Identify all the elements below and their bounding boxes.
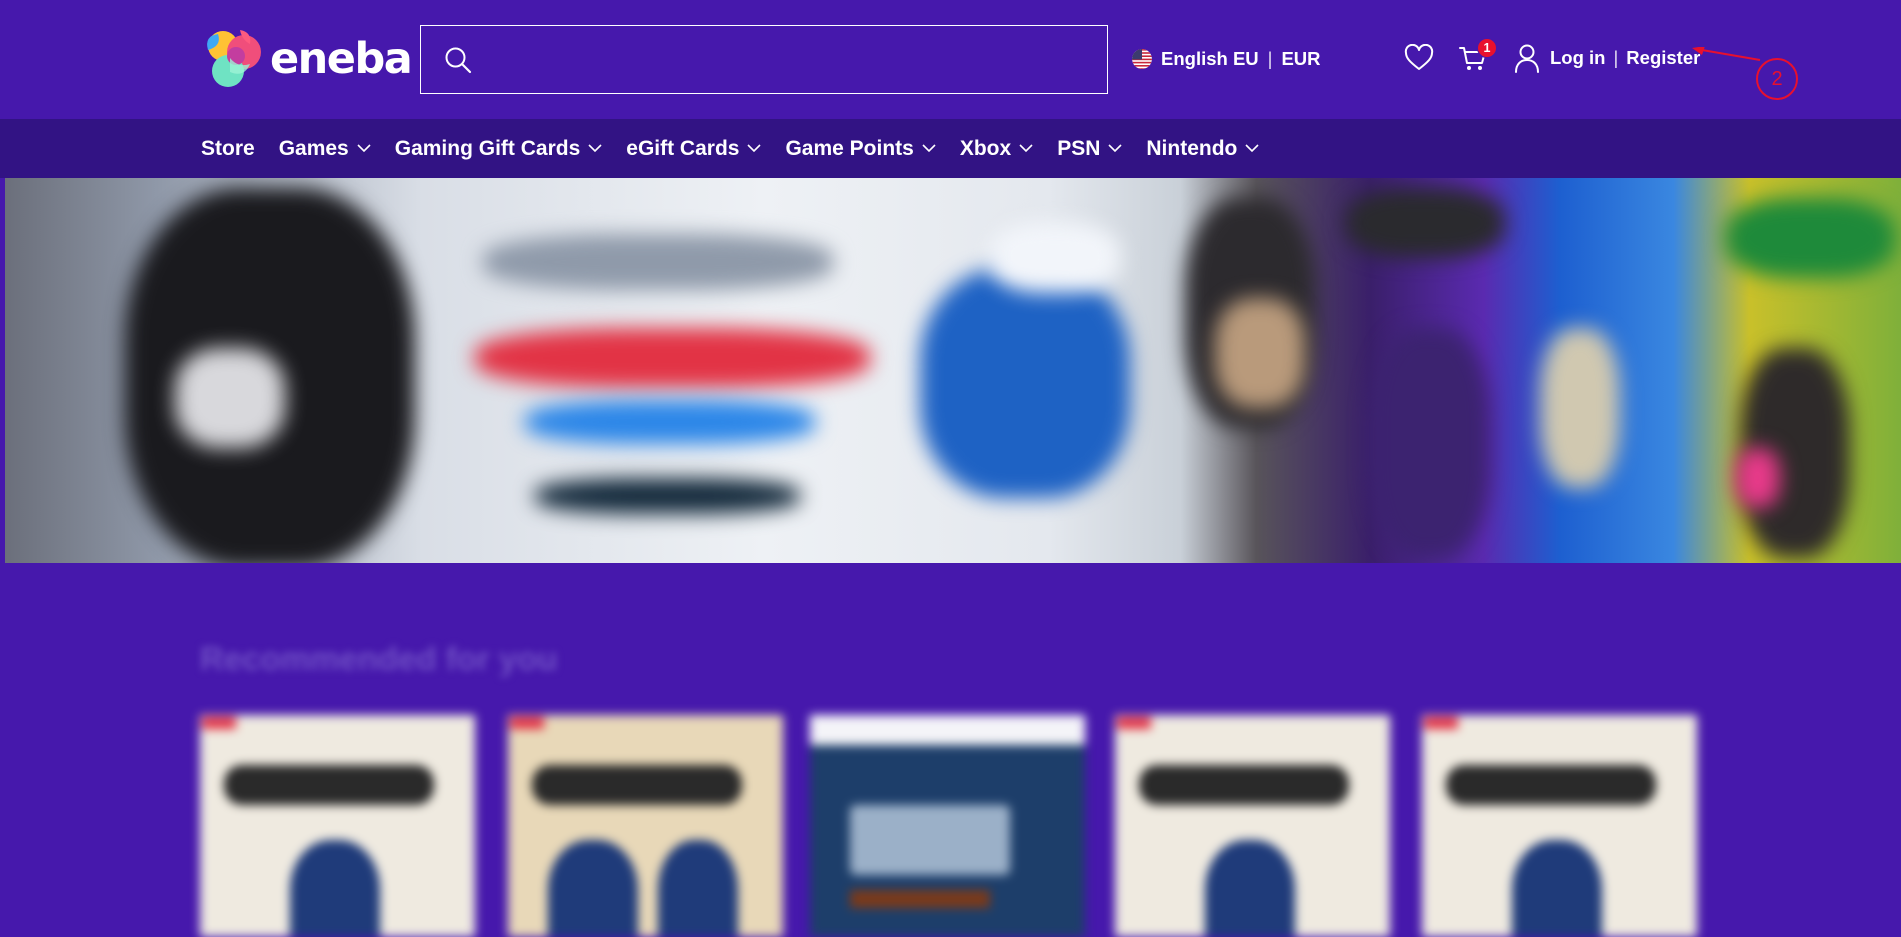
banner-character-face [1215, 298, 1305, 408]
product-image [810, 715, 1085, 745]
product-image [548, 840, 638, 937]
flag-icon [1132, 49, 1152, 69]
product-image [1205, 840, 1295, 937]
product-card[interactable] [200, 715, 475, 937]
eneba-wordmark: eneba [270, 33, 413, 84]
banner-game-cover [1345, 188, 1505, 258]
product-badge [202, 717, 236, 729]
product-image [1512, 840, 1602, 937]
product-card[interactable] [810, 715, 1085, 937]
currency-label: EUR [1281, 48, 1321, 69]
chevron-down-icon [1019, 144, 1033, 153]
product-card[interactable] [508, 715, 783, 937]
chevron-down-icon [922, 144, 936, 153]
site-header: eneba English EU | EUR 1 Log in | Regist… [0, 0, 1901, 119]
hero-banner[interactable] [5, 178, 1901, 563]
language-label: English EU [1161, 48, 1259, 69]
product-image [290, 840, 380, 937]
chevron-down-icon [1245, 144, 1259, 153]
chevron-down-icon [747, 144, 762, 153]
product-image [224, 765, 434, 805]
nav-item-egift-cards[interactable]: eGift Cards [626, 137, 762, 161]
login-link[interactable]: Log in [1550, 47, 1605, 69]
banner-cta-button [535, 478, 800, 514]
nav-item-xbox[interactable]: Xbox [960, 137, 1033, 161]
banner-gift-card-top [990, 223, 1120, 293]
language-currency-selector[interactable]: English EU | EUR [1132, 46, 1321, 72]
product-badge [1424, 717, 1458, 729]
nav-item-games[interactable]: Games [279, 137, 371, 161]
product-image [658, 840, 738, 937]
nav-item-store[interactable]: Store [201, 137, 255, 161]
nav-item-game-points[interactable]: Game Points [785, 137, 936, 161]
product-image [850, 890, 990, 908]
annotation-number: 2 [1756, 58, 1798, 100]
search-input[interactable] [473, 26, 1107, 93]
cart-count-badge: 1 [1477, 38, 1497, 58]
product-image [1446, 765, 1656, 805]
chevron-down-icon [1108, 144, 1122, 153]
product-card[interactable] [1422, 715, 1697, 937]
product-image [1139, 765, 1349, 805]
recommended-section-title: Recommended for you [200, 640, 558, 677]
nav-item-nintendo[interactable]: Nintendo [1146, 137, 1259, 161]
category-nav: Store Games Gaming Gift Cards eGift Card… [0, 119, 1901, 178]
banner-promo-button [525, 400, 815, 444]
product-badge [510, 717, 544, 729]
account-separator: | [1613, 47, 1619, 68]
banner-sonic-image [1540, 328, 1620, 488]
chevron-down-icon [357, 144, 371, 153]
product-image [850, 805, 1010, 875]
search-box[interactable] [420, 25, 1108, 94]
search-icon[interactable] [443, 45, 473, 75]
banner-character-detail [175, 348, 285, 448]
banner-character-detail [1735, 448, 1780, 508]
wishlist-button[interactable] [1401, 40, 1437, 76]
locale-separator: | [1267, 48, 1273, 69]
chevron-down-icon [588, 144, 602, 153]
banner-game-logo [483, 234, 833, 290]
banner-game-cover [1725, 198, 1895, 278]
product-image [532, 765, 742, 805]
user-icon [1515, 44, 1539, 73]
recommended-product-list [200, 715, 1705, 937]
eneba-logo-icon [207, 30, 261, 87]
nav-item-psn[interactable]: PSN [1057, 137, 1122, 161]
product-card[interactable] [1115, 715, 1390, 937]
banner-player-image [1370, 328, 1490, 558]
account-links: Log in | Register [1513, 42, 1700, 74]
banner-gift-card-image [920, 268, 1130, 498]
cart-button[interactable]: 1 [1455, 38, 1497, 76]
nav-item-gaming-gift-cards[interactable]: Gaming Gift Cards [395, 137, 603, 161]
eneba-logo[interactable]: eneba [200, 28, 413, 90]
product-badge [1117, 717, 1151, 729]
heart-icon [1404, 44, 1434, 70]
banner-promo-ribbon [475, 328, 870, 388]
